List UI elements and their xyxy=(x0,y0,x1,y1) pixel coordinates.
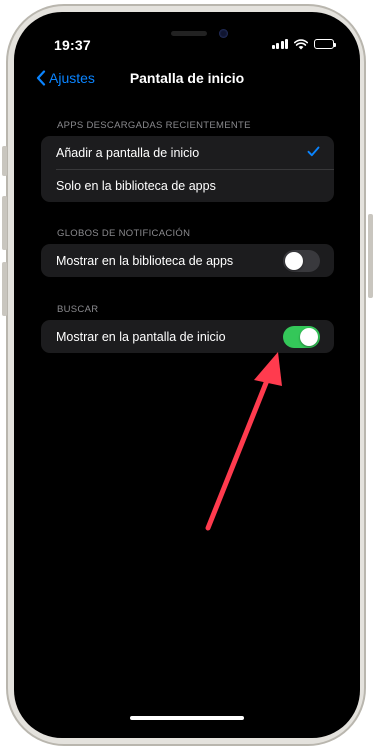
annotation-arrow-icon xyxy=(205,352,282,531)
